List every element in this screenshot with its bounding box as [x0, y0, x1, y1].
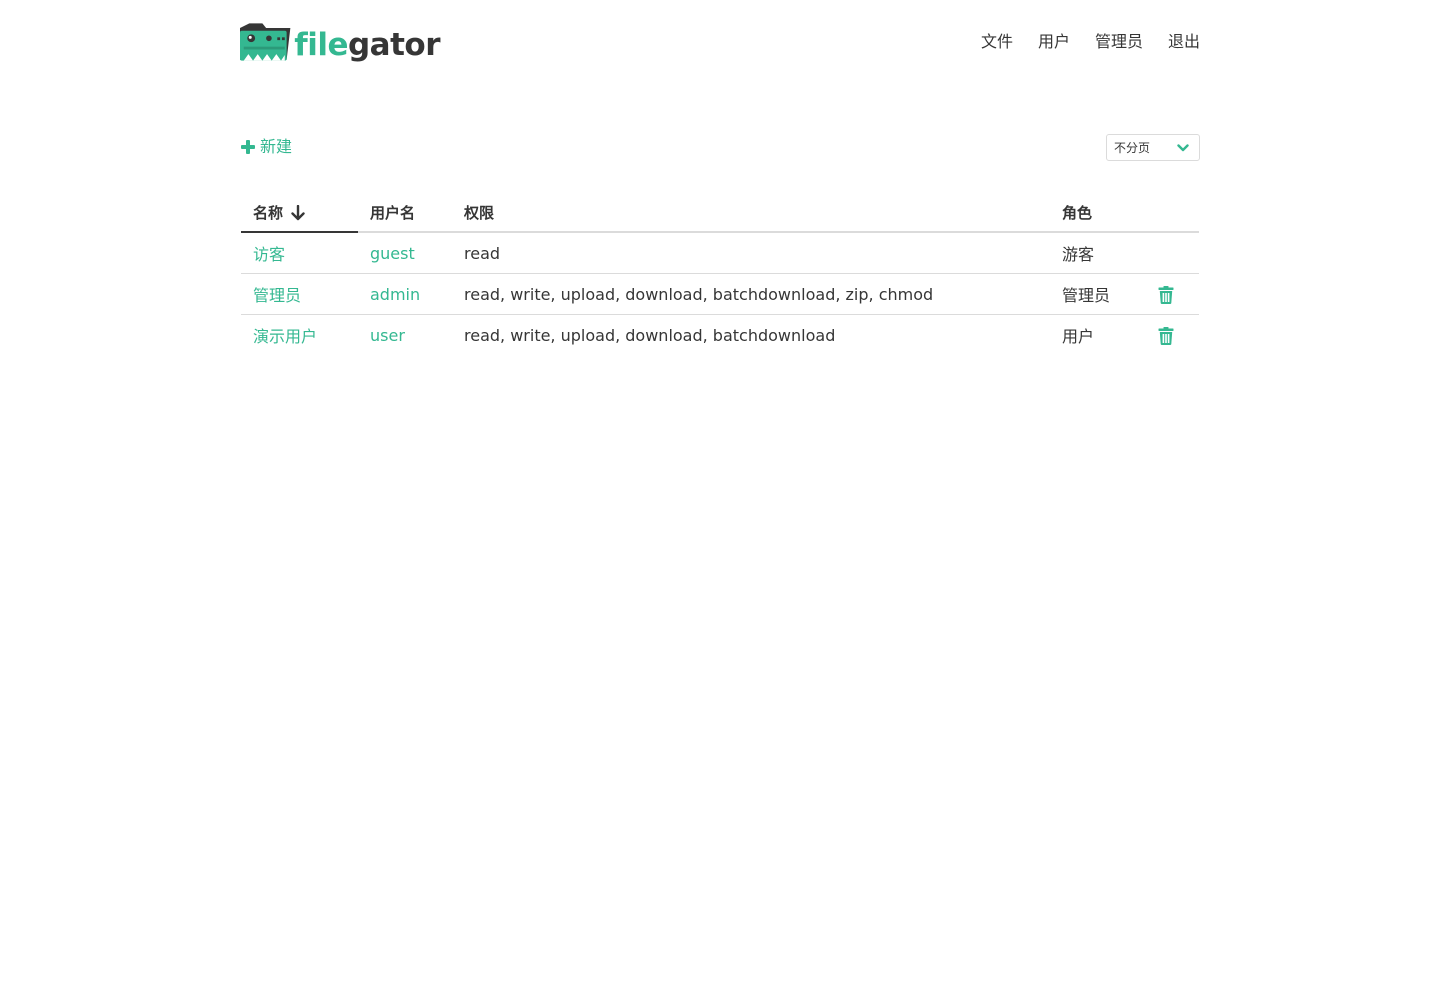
- column-header-actions: [1146, 193, 1199, 233]
- user-name-link[interactable]: 管理员: [253, 286, 301, 305]
- permissions-cell: read: [452, 232, 1050, 274]
- column-header-permissions[interactable]: 权限: [452, 193, 1050, 233]
- nav-logout[interactable]: 退出: [1168, 30, 1200, 54]
- permissions-cell: read, write, upload, download, batchdown…: [452, 273, 1050, 315]
- add-user-label: 新建: [260, 137, 293, 156]
- role-cell: 游客: [1050, 232, 1146, 274]
- role-cell: 用户: [1062, 327, 1095, 346]
- add-user-button[interactable]: 新建: [240, 135, 292, 159]
- actions-cell: [1146, 315, 1199, 356]
- nav-users[interactable]: 用户: [1038, 30, 1070, 54]
- per-page-select[interactable]: 不分页: [1106, 134, 1200, 161]
- username-link[interactable]: guest: [370, 244, 415, 263]
- user-name-cell[interactable]: 访客: [241, 232, 358, 274]
- nav-files[interactable]: 文件: [981, 30, 1013, 54]
- users-table: 名称 用户名 权限 角色 访客 guest read 游客 管理员 admin …: [241, 193, 1199, 355]
- username-cell[interactable]: user: [358, 315, 452, 356]
- logo-wordmark: filegator: [294, 27, 440, 63]
- username-cell[interactable]: guest: [358, 232, 452, 274]
- filegator-logo[interactable]: filegator: [240, 21, 441, 63]
- username-link[interactable]: admin: [370, 285, 420, 304]
- trash-icon[interactable]: [1158, 285, 1174, 304]
- nav-admin[interactable]: 管理员: [1095, 30, 1143, 54]
- gator-logo-icon: [240, 23, 291, 61]
- user-name-link[interactable]: 演示用户: [253, 327, 317, 346]
- column-header-role[interactable]: 角色: [1050, 193, 1146, 233]
- trash-icon[interactable]: [1158, 326, 1174, 345]
- top-nav: 文件 用户 管理员 退出: [956, 30, 1200, 54]
- user-name-link[interactable]: 访客: [253, 245, 285, 264]
- arrow-down-icon: [291, 204, 305, 221]
- column-header-username[interactable]: 用户名: [358, 193, 452, 233]
- user-name-cell[interactable]: 演示用户: [241, 315, 358, 356]
- username-cell[interactable]: admin: [358, 273, 452, 315]
- chevron-down-icon: [1176, 141, 1190, 155]
- actions-cell: [1146, 273, 1199, 315]
- actions-cell: [1146, 232, 1199, 274]
- users-page: filegator 文件 用户 管理员 退出 新建 不分页 名称 用户名 权限 …: [0, 0, 1440, 1000]
- table-row: 访客 guest read 游客: [241, 232, 1199, 274]
- column-header-name[interactable]: 名称: [241, 193, 358, 233]
- per-page-value: 不分页: [1114, 141, 1151, 155]
- username-link[interactable]: user: [370, 326, 405, 345]
- table-row: 管理员 admin read, write, upload, download,…: [241, 273, 1199, 315]
- table-header-row: 名称 用户名 权限 角色: [241, 193, 1199, 233]
- role-cell: 管理员: [1050, 273, 1146, 315]
- permissions-cell: read, write, upload, download, batchdown…: [464, 325, 836, 345]
- table-row: 演示用户 user read, write, upload, download,…: [241, 315, 1199, 356]
- user-name-cell[interactable]: 管理员: [241, 273, 358, 315]
- plus-icon: [240, 135, 256, 159]
